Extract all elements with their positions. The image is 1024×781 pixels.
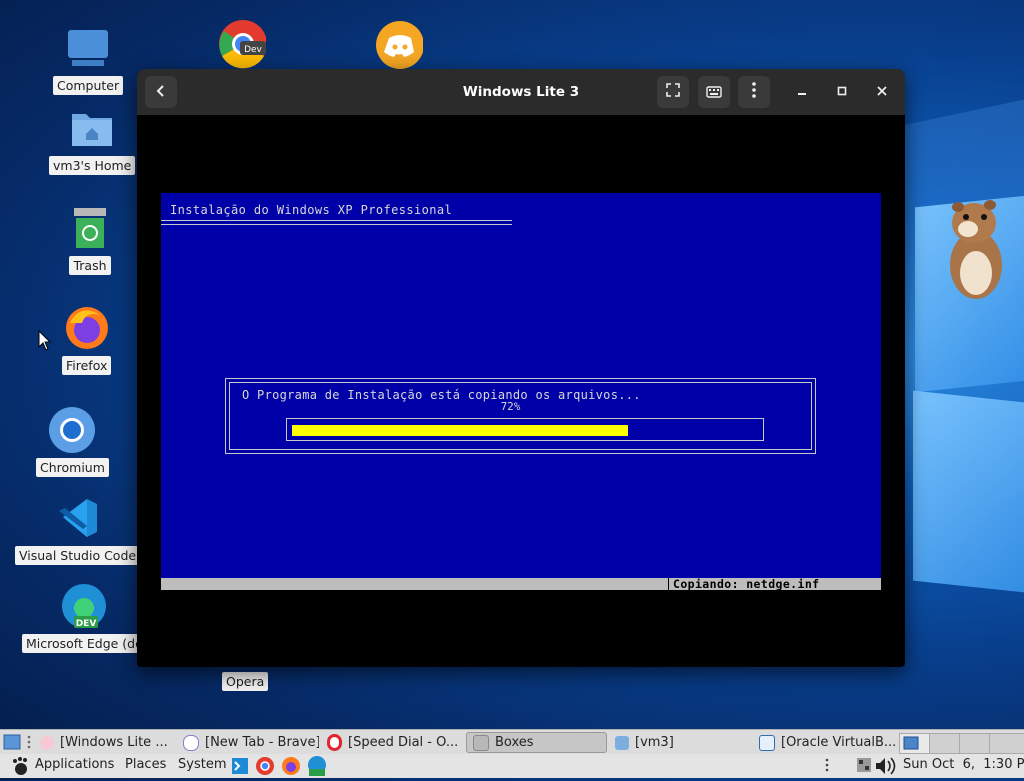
window-menu-button[interactable] <box>738 76 770 108</box>
task-opera[interactable]: [Speed Dial - O... <box>321 732 463 753</box>
task-label: [Windows Lite ... <box>60 735 168 750</box>
desktop-icon-label: Computer <box>53 76 124 95</box>
window-headerbar: Windows Lite 3 <box>137 69 905 115</box>
desktop-icon-label: Visual Studio Code <box>15 546 141 565</box>
desktop-icon-label: Trash <box>69 256 111 275</box>
discord-icon <box>375 21 423 69</box>
desktop-icon-label: vm3's Home <box>49 156 136 175</box>
desktop-icon-chrome-dev[interactable]: Dev <box>218 20 266 69</box>
task-vm3-folder[interactable]: [vm3] <box>609 732 751 753</box>
desktop-icon-trash[interactable]: Trash <box>66 204 114 275</box>
desktop-icon-computer[interactable]: Computer <box>53 24 124 95</box>
home-folder-icon <box>68 104 116 152</box>
taskbar-separator-handle[interactable] <box>27 735 31 753</box>
desktop-icon-home[interactable]: vm3's Home <box>49 104 136 175</box>
firefox-launcher-icon[interactable] <box>281 756 301 780</box>
brave-icon <box>183 734 199 751</box>
dialog-inner-border: O Programa de Instalação está copiando o… <box>229 382 812 450</box>
progress-bar-fill <box>292 425 628 436</box>
svg-text:DEV: DEV <box>76 619 97 629</box>
taskbar-window-list: [Windows Lite ... [New Tab - Brave] [Spe… <box>0 729 1024 755</box>
task-brave[interactable]: [New Tab - Brave] <box>177 732 319 753</box>
volume-icon[interactable] <box>874 756 898 780</box>
applications-menu[interactable]: Applications <box>35 757 114 772</box>
clock[interactable]: Sun Oct 6, 1:30 PM <box>903 757 1024 772</box>
vm-icon <box>40 735 54 750</box>
opera-icon <box>327 734 342 751</box>
edge-dev-launcher-icon[interactable] <box>306 755 328 781</box>
desktop-icon-discord[interactable] <box>375 21 423 69</box>
task-windows-lite[interactable]: [Windows Lite ... <box>34 732 174 753</box>
trash-icon <box>66 204 114 252</box>
desktop-icon-opera[interactable]: Opera <box>222 668 269 691</box>
chromium-icon <box>48 406 96 454</box>
panel-handle-icon[interactable] <box>825 758 829 776</box>
task-label: Boxes <box>495 735 534 750</box>
close-button[interactable] <box>870 80 894 104</box>
workspace-1[interactable] <box>899 733 931 754</box>
task-label: [Oracle VirtualB... <box>781 735 896 750</box>
status-text: Copiando: netdge.inf <box>668 577 819 591</box>
desktop-icon-chromium[interactable]: Chromium <box>36 406 109 477</box>
vscode-launcher-icon[interactable] <box>230 756 250 780</box>
desktop-icon-vscode[interactable]: Visual Studio Code <box>15 494 141 565</box>
hamster-sticker <box>940 195 1010 305</box>
close-icon <box>877 84 887 100</box>
progress-percent: 72% <box>500 400 521 413</box>
maximize-icon <box>837 84 847 100</box>
keyboard-button[interactable] <box>698 76 730 108</box>
minimize-icon <box>797 84 807 100</box>
edge-dev-icon: DEV <box>60 582 108 630</box>
minimize-button[interactable] <box>790 80 814 104</box>
chrome-dev-launcher-icon[interactable] <box>255 756 275 780</box>
workspace-4[interactable] <box>989 733 1024 754</box>
task-virtualbox[interactable]: [Oracle VirtualB... <box>753 732 896 753</box>
task-label: [Speed Dial - O... <box>348 735 459 750</box>
workspace-3[interactable] <box>959 733 991 754</box>
firefox-icon <box>63 304 111 352</box>
task-label: [vm3] <box>635 735 674 750</box>
desktop-icon-label: Firefox <box>62 356 112 375</box>
places-menu[interactable]: Places <box>125 757 166 772</box>
folder-icon <box>615 735 629 750</box>
desktop-icon-label: Microsoft Edge (de <box>22 634 147 653</box>
network-icon[interactable] <box>855 756 873 778</box>
status-bar: Copiando: netdge.inf <box>161 577 881 591</box>
gnome-foot-icon <box>11 756 29 780</box>
wallpaper-logo-pane <box>913 390 1024 596</box>
maximize-button[interactable] <box>830 80 854 104</box>
system-menu[interactable]: System <box>178 757 226 772</box>
kebab-menu-icon <box>752 82 756 102</box>
fullscreen-icon <box>665 82 681 102</box>
fullscreen-button[interactable] <box>657 76 689 108</box>
mouse-cursor <box>38 329 52 356</box>
task-boxes[interactable]: Boxes <box>466 732 607 753</box>
setup-title: Instalação do Windows XP Professional <box>170 203 453 217</box>
task-label: [New Tab - Brave] <box>205 735 319 750</box>
setup-title-underline <box>161 220 512 225</box>
computer-icon <box>64 24 112 72</box>
keyboard-icon <box>706 83 722 102</box>
taskbar-panel: Applications Places System Sun Oct 6, 1:… <box>0 754 1024 778</box>
boxes-window[interactable]: Windows Lite 3 Instalação do Windows XP <box>137 69 905 667</box>
virtualbox-icon <box>759 734 775 751</box>
desktop-icon-edge-dev[interactable]: DEV Microsoft Edge (de <box>22 582 147 653</box>
desktop-icon-label: Opera <box>222 672 269 691</box>
copy-progress-dialog: O Programa de Instalação está copiando o… <box>225 378 816 454</box>
desktop-icon-label: Chromium <box>36 458 109 477</box>
workspace-2[interactable] <box>929 733 961 754</box>
progress-bar <box>286 418 764 441</box>
boxes-icon <box>473 734 489 751</box>
vscode-icon <box>54 494 102 542</box>
desktop-icon-firefox[interactable]: Firefox <box>62 304 112 375</box>
vm-display[interactable]: Instalação do Windows XP Professional O … <box>161 193 881 591</box>
show-desktop-icon[interactable] <box>3 734 21 754</box>
chrome-dev-icon: Dev <box>218 20 266 69</box>
chrome-dev-badge: Dev <box>244 45 262 55</box>
